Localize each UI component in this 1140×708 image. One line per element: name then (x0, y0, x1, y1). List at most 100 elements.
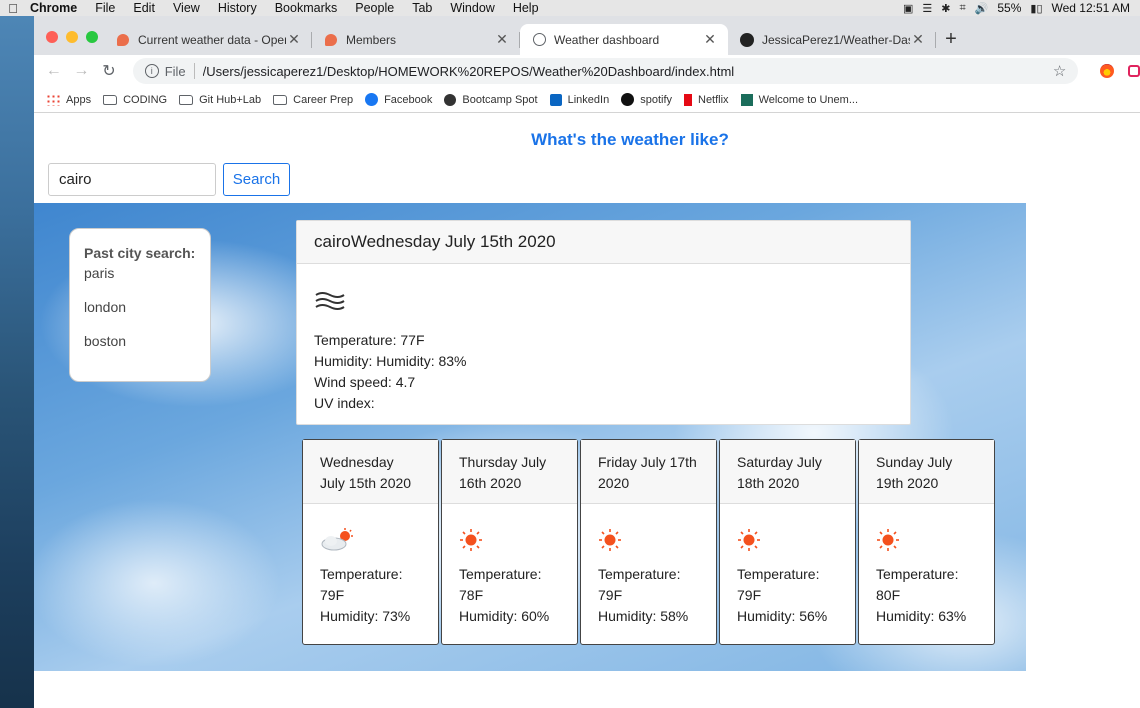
battery-icon[interactable]: ▮▯ (1030, 2, 1042, 15)
menu-window[interactable]: Window (441, 1, 503, 15)
forecast-card: Friday July 17th 2020 Temperature: 79F H… (580, 439, 717, 645)
menu-bar:  Chrome File Edit View History Bookmark… (0, 0, 1140, 16)
forecast-date: Friday July 17th 2020 (581, 440, 716, 504)
forecast-humidity: Humidity: 60% (459, 608, 550, 624)
address-bar[interactable]: i File /Users/jessicaperez1/Desktop/HOME… (132, 58, 1079, 84)
close-tab-icon[interactable]: ✕ (702, 31, 718, 48)
forecast-humidity: Humidity: 58% (598, 608, 689, 624)
menu-file[interactable]: File (86, 1, 124, 15)
globe-icon (532, 33, 546, 46)
bookmark-career-prep[interactable]: Career Prep (273, 94, 353, 106)
linkedin-icon (549, 93, 562, 106)
reload-icon[interactable]: ↻ (95, 61, 123, 81)
bookmark-spotify[interactable]: spotify (621, 93, 672, 106)
forecast-card: Saturday July 18th 2020 Temperature: 79F… (719, 439, 856, 645)
openweather-icon (325, 33, 337, 46)
apple-menu-icon[interactable]:  (0, 1, 26, 16)
menu-view[interactable]: View (164, 1, 209, 15)
current-weather-card: cairoWednesday July 15th 2020 Temperatur… (296, 220, 911, 425)
forward-icon[interactable]: → (68, 62, 96, 80)
past-city-item[interactable]: paris (84, 265, 196, 281)
forecast-date: Saturday July 18th 2020 (720, 440, 855, 504)
forecast-date: Sunday July 19th 2020 (859, 440, 994, 504)
past-searches-label: Past city search: (84, 245, 196, 261)
tab-weather-dashboard[interactable]: Weather dashboard ✕ (520, 24, 728, 55)
extension-fire-icon[interactable] (1100, 64, 1115, 78)
menu-history[interactable]: History (209, 1, 266, 15)
tab-members[interactable]: Members ✕ (312, 24, 520, 55)
unemployment-icon (740, 93, 753, 106)
netflix-icon (684, 93, 692, 106)
bookmark-github-lab[interactable]: Git Hub+Lab (179, 94, 261, 106)
tab-title: Weather dashboard (554, 32, 660, 47)
screen-record-icon[interactable]: ▣ (903, 2, 913, 15)
page-title: What's the weather like? (531, 130, 729, 149)
facebook-icon (365, 93, 379, 106)
close-tab-icon[interactable]: ✕ (910, 31, 926, 48)
bookmark-netflix[interactable]: Netflix (684, 93, 729, 106)
current-wind-speed: Wind speed: 4.7 (314, 374, 416, 390)
bookmark-apps[interactable]: Apps (46, 93, 91, 106)
browser-window: Current weather data - OpenW ✕ Members ✕… (34, 16, 1140, 708)
browser-toolbar: ← → ↻ i File /Users/jessicaperez1/Deskto… (34, 55, 1140, 87)
tab-current-weather-data[interactable]: Current weather data - OpenW ✕ (104, 24, 312, 55)
forecast-card: Wednesday July 15th 2020 Temperature: 79… (302, 439, 439, 645)
menu-tab[interactable]: Tab (403, 1, 441, 15)
volume-icon[interactable]: 🔊 (975, 2, 989, 15)
bookmark-star-icon[interactable]: ☆ (1053, 62, 1066, 80)
forecast-humidity: Humidity: 56% (737, 608, 828, 624)
apps-grid-icon (46, 93, 60, 106)
minimize-window-button[interactable] (66, 31, 78, 43)
bookmark-facebook[interactable]: Facebook (365, 93, 432, 106)
forecast-humidity: Humidity: 63% (876, 608, 967, 624)
search-button[interactable]: Search (223, 163, 290, 196)
sun-icon (459, 528, 560, 552)
site-info-icon[interactable]: i (144, 64, 159, 78)
close-tab-icon[interactable]: ✕ (494, 31, 510, 48)
forecast-date: Thursday July 16th 2020 (442, 440, 577, 504)
menu-help[interactable]: Help (504, 1, 548, 15)
menu-app-name[interactable]: Chrome (26, 1, 86, 15)
bookmark-coding[interactable]: CODING (103, 94, 167, 106)
close-window-button[interactable] (46, 31, 58, 43)
menu-status-area: ▣ ☰ ✱ ⌗ 🔊 55% ▮▯ Wed 12:51 AM (903, 1, 1140, 15)
extension-icon[interactable] (1128, 65, 1140, 77)
folder-icon (103, 94, 118, 105)
page-content: What's the weather like? Search Past cit… (34, 114, 1140, 708)
bookmark-linkedin[interactable]: LinkedIn (549, 93, 609, 106)
window-controls (46, 31, 98, 43)
menu-edit[interactable]: Edit (124, 1, 164, 15)
bookmark-bootcamp-spot[interactable]: Bootcamp Spot (444, 93, 538, 106)
zoom-window-button[interactable] (86, 31, 98, 43)
new-tab-button[interactable]: + (936, 24, 966, 55)
menu-bookmarks[interactable]: Bookmarks (266, 1, 347, 15)
current-humidity: Humidity: Humidity: 83% (314, 353, 467, 369)
menu-people[interactable]: People (346, 1, 403, 15)
menu-clock[interactable]: Wed 12:51 AM (1052, 1, 1131, 15)
github-icon (740, 32, 754, 47)
city-search-input[interactable] (48, 163, 216, 196)
wifi-icon[interactable]: ⌗ (959, 2, 965, 15)
bookmarks-bar: Apps CODING Git Hub+Lab Career Prep Face… (34, 87, 1140, 113)
tab-strip: Current weather data - OpenW ✕ Members ✕… (34, 16, 1140, 55)
partly-cloudy-icon (320, 528, 421, 552)
past-city-item[interactable]: london (84, 299, 196, 315)
url-text[interactable]: /Users/jessicaperez1/Desktop/HOMEWORK%20… (203, 64, 1053, 79)
current-uv-index: UV index: (314, 395, 375, 411)
bluetooth-icon[interactable]: ✱ (941, 2, 950, 15)
forecast-temperature: Temperature: 79F (320, 566, 403, 603)
tab-github-repo[interactable]: JessicaPerez1/Weather-Dashb ✕ (728, 24, 936, 55)
current-temperature: Temperature: 77F (314, 332, 425, 348)
url-scheme: File (164, 63, 186, 79)
close-tab-icon[interactable]: ✕ (286, 31, 302, 48)
past-city-item[interactable]: boston (84, 333, 196, 349)
battery-percent[interactable]: 55% (997, 1, 1021, 15)
sun-icon (876, 528, 977, 552)
menu-extra-icon[interactable]: ☰ (922, 2, 932, 15)
haze-icon (314, 290, 893, 314)
bookmark-unemployment[interactable]: Welcome to Unem... (740, 93, 858, 106)
tab-title: JessicaPerez1/Weather-Dashb (762, 32, 910, 47)
current-weather-title: cairoWednesday July 15th 2020 (297, 221, 910, 264)
back-icon[interactable]: ← (40, 62, 68, 80)
bootcamp-icon (444, 93, 457, 106)
